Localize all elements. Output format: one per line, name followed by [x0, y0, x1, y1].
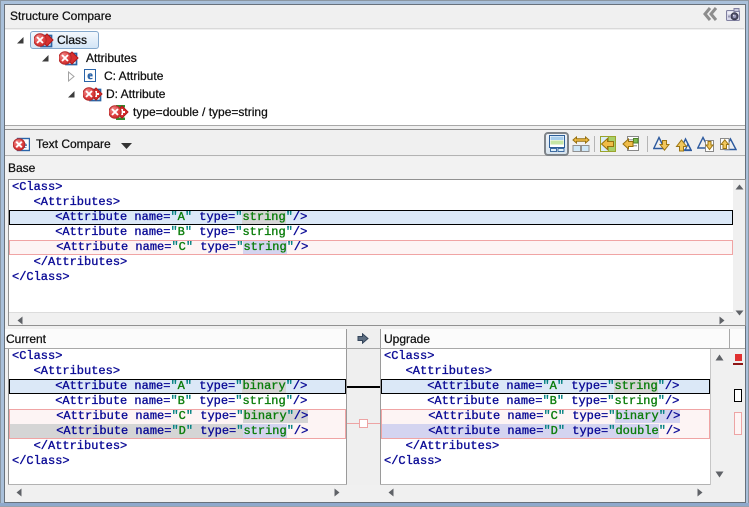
- svg-text:e: e: [87, 69, 93, 82]
